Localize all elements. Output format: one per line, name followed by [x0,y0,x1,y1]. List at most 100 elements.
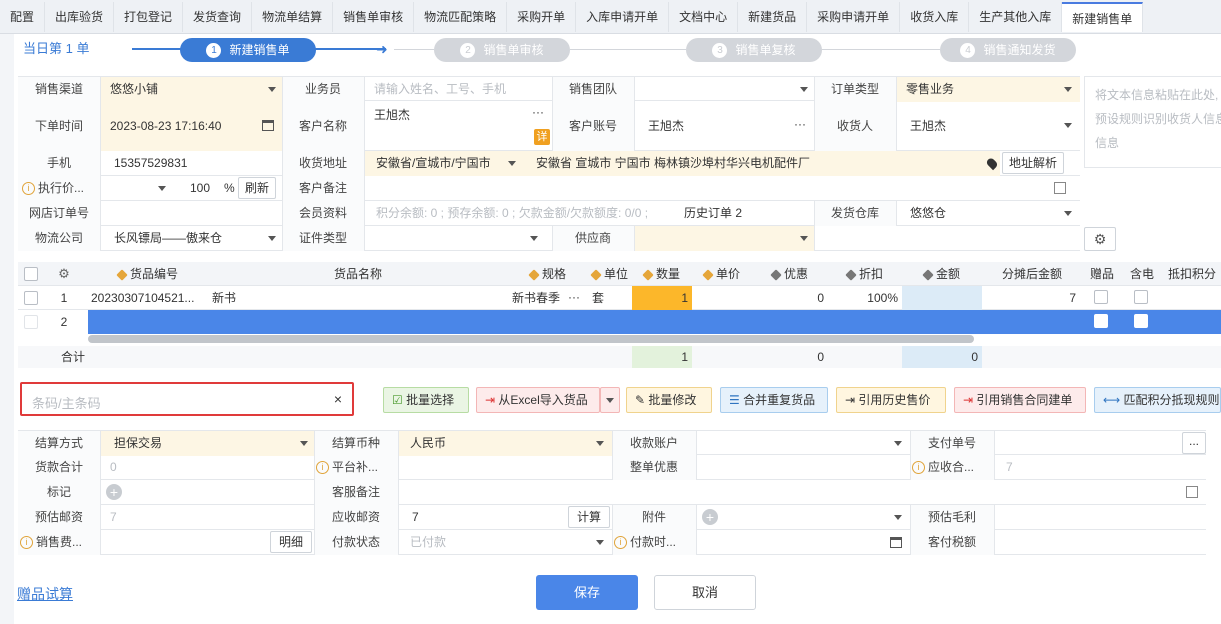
tab-0[interactable]: 配置 [0,1,46,32]
paste-textarea[interactable]: 将文本信息粘贴在此处, 预设规则识别收货人信息 信息 [1084,76,1221,168]
horizontal-scrollbar[interactable] [88,335,974,343]
import-excel-button[interactable]: ⇥ 从Excel导入货品 [476,387,600,413]
calculate-button[interactable]: 计算 [568,506,610,528]
form-row-3: 手机 15357529831 收货地址 安徽省/宣城市/宁国市 安徽省 宣城市 … [18,151,1080,176]
edit-icon[interactable] [1054,182,1066,194]
tab-5[interactable]: 销售单审核 [333,1,415,32]
points-rule-button[interactable]: ⟷ 匹配积分抵现规则 [1094,387,1221,413]
barcode-input[interactable]: 条码/主条码 × [20,382,354,416]
recv-postage-input[interactable]: 7 [398,505,568,530]
calendar-icon[interactable] [890,537,902,548]
channel-select[interactable]: 悠悠小铺 [100,77,282,102]
cancel-button[interactable]: 取消 [654,575,756,610]
settle-method-select[interactable]: 担保交易 [100,431,314,456]
save-button[interactable]: 保存 [536,575,638,610]
add-mark-icon[interactable]: + [106,484,122,500]
history-price-button[interactable]: ⇥ 引用历史售价 [836,387,946,413]
calendar-icon[interactable] [262,120,274,131]
detail-badge[interactable]: 详 [534,129,550,145]
remark-input[interactable] [364,176,1064,201]
region-select[interactable]: 安徽省/宣城市/宁国市 [364,151,524,176]
more-icon[interactable]: ··· [568,286,580,308]
row-name[interactable]: 新书 [208,286,508,310]
chevron-down-icon [1064,211,1072,216]
parse-address-button[interactable]: 地址解析 [1002,152,1064,174]
tab-9[interactable]: 文档中心 [669,1,739,32]
gift-trial-link[interactable]: 赠品试算 [17,584,73,604]
gear-icon[interactable]: ⚙ [54,262,74,286]
tab-14-active[interactable]: 新建销售单 [1062,1,1144,32]
platform-input[interactable] [398,455,612,480]
whole-discount-input[interactable] [696,455,910,480]
tab-11[interactable]: 采购申请开单 [807,1,901,32]
tab-10[interactable]: 新建货品 [738,1,808,32]
row-discount-rate[interactable]: 100% [828,286,902,310]
tax-input[interactable] [994,530,1206,555]
tab-2[interactable]: 打包登记 [114,1,184,32]
table-row[interactable]: 1 20230307104521... 新书 新书春季 ··· 套 1 0 10… [18,286,1221,310]
customer-input[interactable]: 王旭杰 [364,101,552,151]
row-amount[interactable] [902,286,982,310]
id-type-select[interactable] [364,226,552,251]
tab-12[interactable]: 收货入库 [900,1,970,32]
row-checkbox[interactable] [24,315,38,329]
pay-time-input[interactable] [696,530,910,555]
history-orders-link[interactable]: 历史订单 2 [684,201,764,226]
batch-edit-button[interactable]: ✎ 批量修改 [626,387,712,413]
tab-1[interactable]: 出库验货 [45,1,115,32]
payno-label: 支付单号 [910,431,994,456]
clerk-input[interactable]: 请输入姓名、工号、手机 [364,77,552,102]
time-input[interactable]: 2023-08-23 17:16:40 [100,101,282,151]
gift-checkbox[interactable] [1094,314,1108,328]
settle-row-3: 标记 + 客服备注 [18,480,1206,505]
tab-7[interactable]: 采购开单 [507,1,577,32]
account-select[interactable] [696,431,910,456]
battery-checkbox[interactable] [1134,314,1148,328]
select-all-checkbox[interactable] [24,267,38,281]
receiver-input[interactable]: 王旭杰 [896,101,1080,151]
more-button[interactable]: ... [1182,432,1206,454]
edit-icon[interactable] [1186,486,1198,498]
warehouse-select[interactable]: 悠悠仓 [896,201,1080,226]
supplier-select[interactable] [634,226,814,251]
tab-6[interactable]: 物流匹配策略 [414,1,508,32]
order-type-select[interactable]: 零售业务 [896,77,1080,102]
pay-status-select[interactable]: 已付款 [398,530,612,555]
detail-button[interactable]: 明细 [270,531,312,553]
gift-checkbox[interactable] [1094,290,1108,304]
batch-select-button[interactable]: ☑ 批量选择 [383,387,469,413]
row-checkbox[interactable] [24,291,38,305]
logistics-select[interactable]: 长风镖局——傲来仓 [100,226,282,251]
tab-13[interactable]: 生产其他入库 [969,1,1063,32]
battery-checkbox[interactable] [1134,290,1148,304]
row-price[interactable] [692,286,752,310]
table-row-selected[interactable]: 2 [18,310,1221,334]
row-discount-amt[interactable]: 0 [752,286,828,310]
shop-order-input[interactable] [100,201,282,226]
import-dropdown-button[interactable] [600,387,620,413]
payno-input[interactable] [994,431,1206,456]
sales-fee-input[interactable] [100,530,270,555]
more-icon[interactable]: ··· [532,105,544,119]
phone-input[interactable]: 15357529831 [100,151,282,176]
tab-3[interactable]: 发货查询 [183,1,253,32]
tab-8[interactable]: 入库申请开单 [576,1,670,32]
merge-duplicates-button[interactable]: ☰ 合并重复货品 [720,387,828,413]
add-attachment-icon[interactable]: + [702,509,718,525]
account-input[interactable]: 王旭杰 [634,101,814,151]
more-icon[interactable]: ··· [794,117,806,131]
row-code[interactable]: 20230307104521... [88,286,208,310]
contract-order-button[interactable]: ⇥ 引用销售合同建单 [954,387,1086,413]
currency-select[interactable]: 人民币 [398,431,612,456]
refresh-button[interactable]: 刷新 [238,177,276,199]
price-pct-input[interactable]: 100 [172,176,210,201]
row-qty[interactable]: 1 [632,286,692,310]
channel-label: 销售渠道 [18,77,100,102]
team-select[interactable] [634,77,814,102]
address-input[interactable]: 安徽省 宣城市 宁国市 梅林镇沙埠村华兴电机配件厂 [524,151,1000,176]
row-unit[interactable]: 套 [588,286,632,310]
service-remark-input[interactable] [398,480,1206,505]
tab-4[interactable]: 物流单结算 [252,1,334,32]
gear-icon[interactable]: ⚙ [1084,227,1116,251]
col-alloc: 分摊后金额 [1001,267,1062,281]
